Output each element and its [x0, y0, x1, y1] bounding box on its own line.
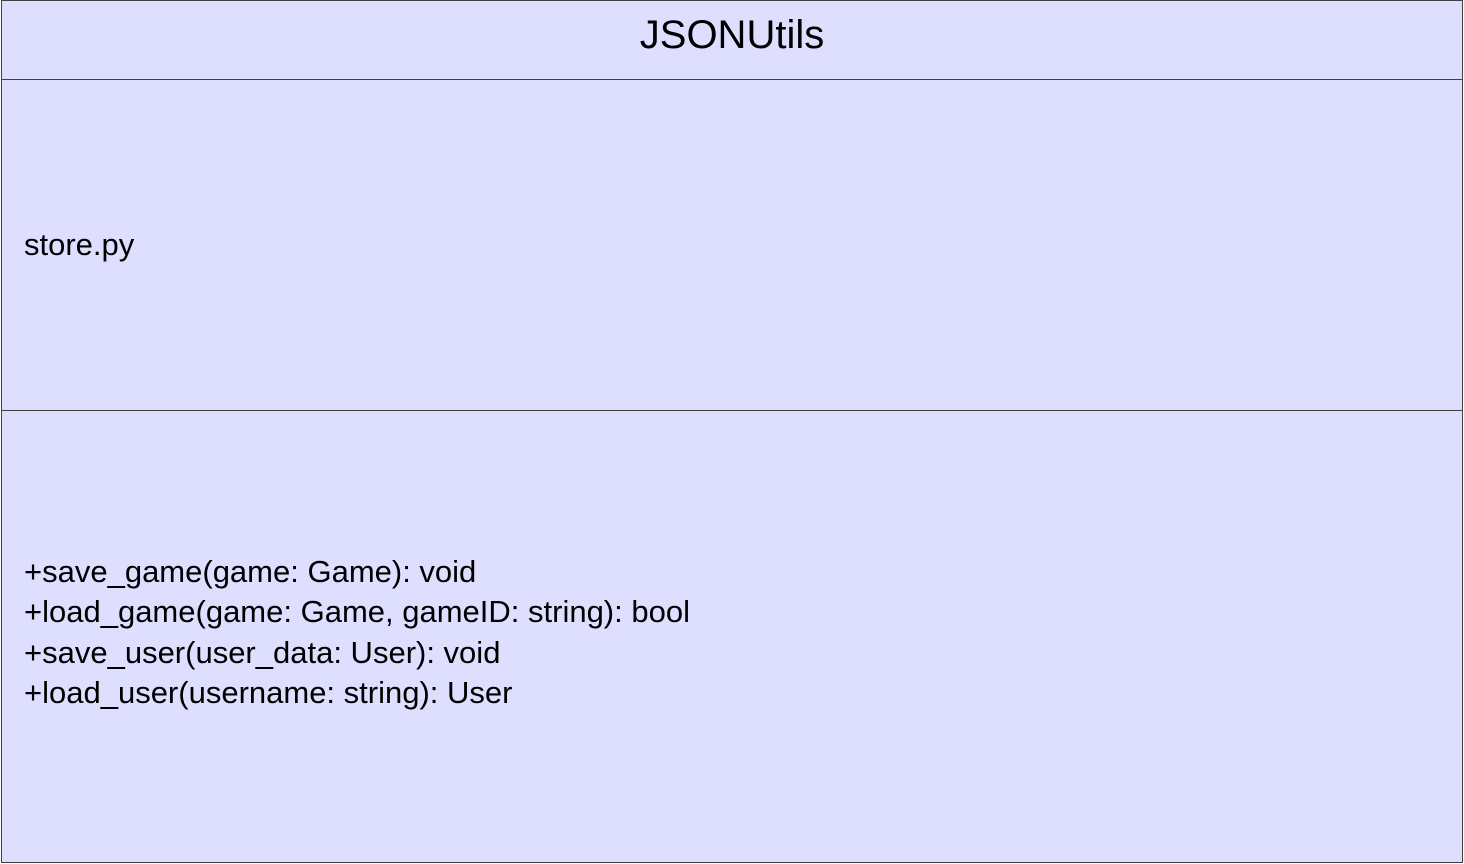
operation-save-game: +save_game(game: Game): void: [24, 553, 477, 589]
operations-compartment: +save_game(game: Game): void +load_game(…: [2, 411, 1462, 862]
attributes-compartment: store.py: [2, 80, 1462, 411]
operation-load-user: +load_user(username: string): User: [24, 675, 513, 710]
uml-class-box: JSONUtils store.py +save_game(game: Game…: [1, 0, 1463, 863]
attribute-store-py: store.py: [24, 227, 135, 262]
operation-save-user: +save_user(user_data: User): void: [24, 634, 501, 670]
operation-load-game: +load_game(game: Game, gameID: string): …: [24, 594, 690, 629]
class-name: JSONUtils: [639, 13, 825, 57]
class-name-compartment: JSONUtils: [2, 1, 1462, 80]
